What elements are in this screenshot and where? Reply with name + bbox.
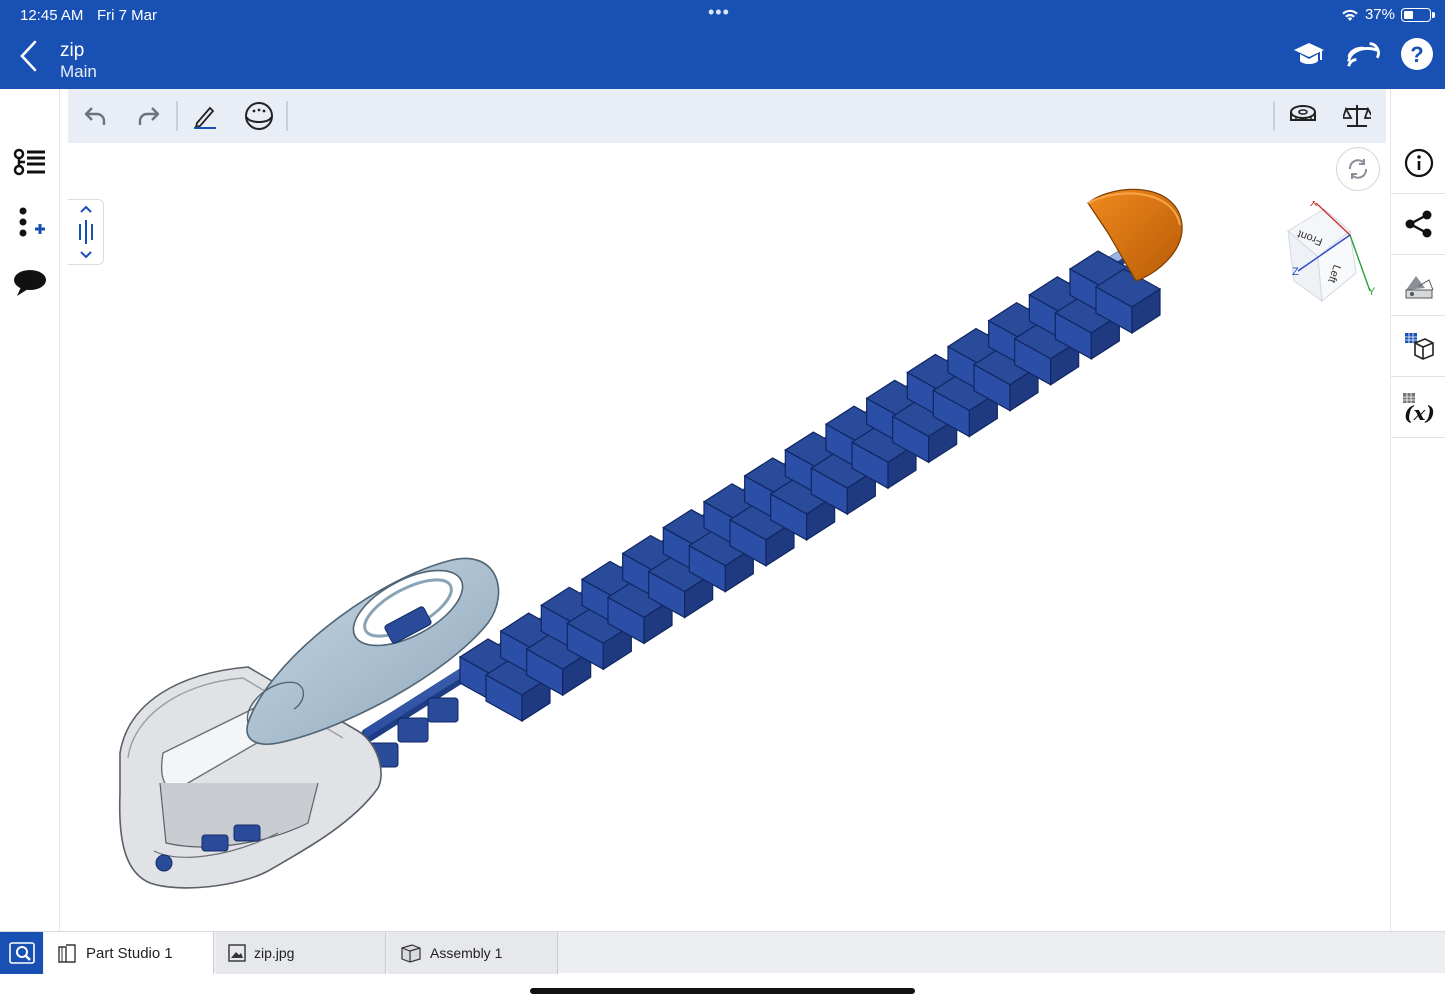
model-render[interactable] [68, 143, 1386, 931]
document-tabs: Part Studio 1 zip.jpg Assembly 1 [0, 931, 1445, 974]
status-indicators: 37% [1341, 6, 1435, 23]
toolbar [68, 89, 1386, 143]
tab-assembly[interactable]: Assembly 1 [388, 932, 558, 974]
appearance-icon[interactable] [1391, 255, 1445, 316]
part-studio-icon [58, 944, 76, 963]
help-icon[interactable]: ? [1399, 36, 1435, 72]
measure-icon[interactable] [1286, 99, 1320, 133]
search-icon [8, 942, 35, 964]
zipper-teeth [367, 250, 1162, 768]
assembly-icon [401, 944, 421, 963]
view-sphere-icon[interactable] [242, 99, 276, 133]
right-panel: (x) [1390, 89, 1445, 931]
left-panel [0, 89, 60, 931]
mass-properties-icon[interactable] [1340, 99, 1374, 133]
wifi-icon [1342, 9, 1358, 21]
graphics-viewport[interactable]: X Y Z Front Left [68, 143, 1386, 931]
zipper-tooth [427, 697, 459, 723]
share-icon[interactable] [1391, 194, 1445, 255]
app-header: 12:45 AM Fri 7 Mar ••• 37% zip Main ? [0, 0, 1445, 89]
status-date: Fri 7 Mar [97, 7, 157, 24]
zipper-tooth [397, 717, 429, 743]
document-title[interactable]: zip [60, 40, 84, 62]
tab-label: Assembly 1 [430, 945, 503, 961]
learning-center-icon[interactable] [1291, 36, 1327, 72]
back-button[interactable] [14, 38, 44, 74]
bom-icon[interactable] [1391, 316, 1445, 377]
share-screen-icon[interactable] [1345, 36, 1381, 72]
svg-text:?: ? [1410, 42, 1423, 67]
view-cube[interactable]: X Y Z Front Left [1260, 201, 1380, 311]
sketch-icon[interactable] [188, 99, 222, 133]
view-cube-y-label: Y [1368, 286, 1376, 298]
redo-icon[interactable] [132, 99, 166, 133]
tab-label: zip.jpg [254, 945, 295, 961]
view-cube-x-label: X [1310, 201, 1318, 209]
tab-label: Part Studio 1 [86, 944, 173, 962]
tab-part-studio[interactable]: Part Studio 1 [44, 932, 214, 974]
battery-fill [1404, 10, 1413, 19]
insert-feature-icon[interactable] [12, 205, 48, 241]
toolbar-divider [1273, 101, 1275, 131]
info-icon[interactable] [1391, 133, 1445, 194]
zipper-pull [246, 557, 500, 745]
chevron-left-icon [20, 40, 37, 72]
toolbar-divider [286, 101, 288, 131]
home-indicator [530, 988, 915, 994]
variables-icon[interactable]: (x) [1391, 377, 1445, 438]
battery-icon [1401, 7, 1435, 22]
status-time: 12:45 AM [20, 7, 84, 24]
feature-list-icon[interactable] [12, 145, 48, 181]
battery-percent: 37% [1364, 6, 1395, 23]
multitasking-dots-icon[interactable]: ••• [708, 2, 730, 23]
workspace-name[interactable]: Main [60, 62, 97, 82]
svg-text:(x): (x) [1404, 401, 1435, 423]
comments-icon[interactable] [12, 265, 48, 301]
undo-icon[interactable] [78, 99, 112, 133]
tab-zip-image[interactable]: zip.jpg [216, 932, 386, 974]
tab-search-button[interactable] [0, 932, 43, 974]
view-cube-z-label: Z [1292, 266, 1299, 278]
image-file-icon [228, 944, 246, 962]
toolbar-divider [176, 101, 178, 131]
